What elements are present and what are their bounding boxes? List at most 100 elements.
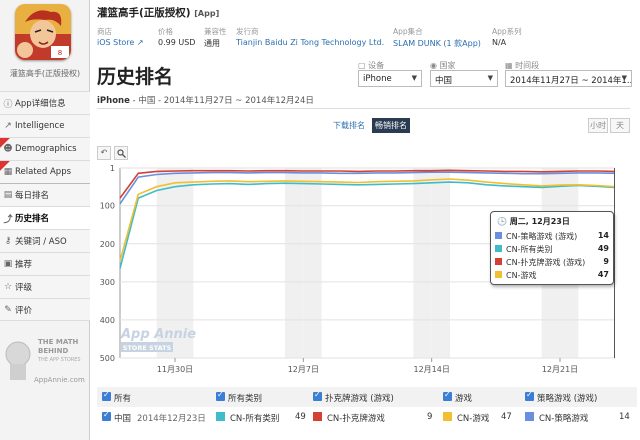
meta-label-series: App系列 <box>492 27 522 36</box>
legend-series-value: 47 <box>501 412 512 422</box>
legend-header-row: 所有 所有类别 扑克牌游戏 (游戏) 游戏 策略游戏 (游戏) <box>97 387 637 407</box>
watermark-sub: STORE STATS <box>123 344 172 352</box>
tab-download-rank[interactable]: 下载排名 <box>330 118 368 133</box>
sidebar-item-keywords-aso[interactable]: ⚷ 关键词 / ASO <box>0 229 90 252</box>
subtitle-range: - 中国 - 2014年11月27日 ~ 2014年12月24日 <box>129 96 314 106</box>
legend-date: 2014年12月23日 <box>137 414 206 424</box>
x-tick-label: 11月30日 <box>157 365 193 374</box>
history-icon: ⤴ <box>3 214 13 225</box>
legend-data-row: 中国 2014年12月23日 CN-所有类别 49 CN-扑克牌游戏 9 CN-游戏… <box>97 407 637 427</box>
zoom-button[interactable] <box>114 146 128 160</box>
promo-line-2: BEHIND <box>38 347 69 355</box>
series-swatch <box>495 245 502 252</box>
promo-line-1: THE MATH <box>38 338 79 346</box>
app-subtitle: 灌篮高手(正版授权) <box>9 69 81 78</box>
app-icon: 8 <box>15 4 71 60</box>
tooltip-row: CN-游戏 47 <box>495 269 611 281</box>
sidebar-item-label: 历史排名 <box>15 214 50 224</box>
country-select[interactable]: 中国 ▼ <box>430 70 498 87</box>
series-swatch <box>443 412 452 421</box>
tooltip-row: CN-所有类别 49 <box>495 243 611 255</box>
y-tick-label: 400 <box>100 316 115 325</box>
legend-header-cat: 游戏 <box>455 394 473 404</box>
sidebar-item-label: 关键词 / ASO <box>15 237 67 247</box>
x-tick-label: 12月7日 <box>288 365 319 374</box>
legend-series-value: 9 <box>427 412 433 422</box>
star-icon: ☆ <box>3 282 13 292</box>
thumb-icon: ▣ <box>3 259 13 269</box>
legend-header-cat: 扑克牌游戏 (游戏) <box>325 394 394 404</box>
sidebar-item-label: 每日排名 <box>15 191 50 201</box>
chevron-down-icon: ▼ <box>621 74 627 82</box>
comment-icon: ✎ <box>4 304 12 315</box>
sidebar-item-related-apps[interactable]: ▦ Related Apps <box>0 160 90 183</box>
checkbox-all-categories[interactable] <box>216 390 225 401</box>
chevron-down-icon: ▼ <box>411 74 417 82</box>
app-name: 灌篮高手(正版授权) <box>97 7 191 19</box>
meta-collection[interactable]: SLAM DUNK (1 款App) <box>393 38 481 49</box>
divider <box>97 108 630 109</box>
legend-table: 所有 所有类别 扑克牌游戏 (游戏) 游戏 策略游戏 (游戏) 中国 2014年… <box>97 385 637 435</box>
tab-grossing-rank[interactable]: 畅销排名 <box>372 118 410 133</box>
checkbox-strategy-games[interactable] <box>525 390 534 401</box>
math-behind-promo[interactable]: THE MATH BEHIND THE APP STORES AppAnnie.… <box>2 330 88 390</box>
device-select[interactable]: iPhone ▼ <box>358 70 422 87</box>
meta-label-compat: 兼容性 <box>204 27 227 36</box>
chart-icon: ↗ <box>4 121 12 131</box>
y-tick-label: 500 <box>100 354 115 363</box>
app-tag: [App] <box>194 9 220 18</box>
meta-store[interactable]: iOS Store ↗ <box>97 38 144 47</box>
info-icon: ⓘ <box>3 99 13 110</box>
hour-button[interactable]: 小时 <box>588 118 608 133</box>
meta-series: N/A <box>492 38 507 47</box>
tooltip-row: CN-扑克牌游戏 (游戏) 9 <box>495 256 611 268</box>
page-subtitle: iPhone - 中国 - 2014年11月27日 ~ 2014年12月24日 <box>97 94 314 106</box>
promo-line-3: THE APP STORES <box>38 357 81 363</box>
sidebar-item-daily-rank[interactable]: ▤ 每日排名 <box>0 183 90 206</box>
svg-text:8: 8 <box>58 49 62 57</box>
meta-compat: 通用 <box>204 39 220 48</box>
sidebar-item-intelligence[interactable]: ↗ Intelligence <box>0 114 90 137</box>
x-tick-label: 12月21日 <box>542 365 578 374</box>
sidebar-item-label: 评价 <box>15 305 33 316</box>
y-tick-label: 1 <box>110 164 115 173</box>
sidebar-item-app-details[interactable]: ⓘ App详细信息 <box>0 91 90 114</box>
sidebar-item-demographics[interactable]: ☻ Demographics <box>0 137 90 160</box>
undo-icon: ↶ <box>100 148 108 157</box>
page-title: 历史排名 <box>97 66 174 88</box>
checkbox-all[interactable] <box>102 390 111 401</box>
sidebar-item-label: App详细信息 <box>15 99 66 109</box>
checkbox-games[interactable] <box>443 390 452 401</box>
sidebar-item-ratings[interactable]: ☆ 评级 <box>0 275 90 298</box>
new-badge <box>0 161 14 175</box>
sidebar-item-history-rank[interactable]: ⤴ 历史排名 <box>0 206 90 229</box>
sidebar-item-label: Intelligence <box>15 121 65 131</box>
legend-series-name: CN-策略游戏 <box>539 414 589 424</box>
sidebar-item-featured[interactable]: ▣ 推荐 <box>0 252 90 275</box>
legend-series-name: CN-扑克牌游戏 <box>327 414 385 424</box>
period-value: 2014年11月27日 ~ 2014年1... <box>510 76 632 86</box>
series-swatch <box>495 271 502 278</box>
checkbox-card-games[interactable] <box>313 390 322 401</box>
meta-price: 0.99 USD <box>158 38 196 47</box>
sidebar-item-reviews[interactable]: ✎ 评价 <box>0 298 90 321</box>
series-swatch <box>216 412 225 421</box>
new-badge <box>0 138 14 152</box>
tooltip-date: 🕒 周二, 12月23日 <box>497 217 570 226</box>
meta-publisher[interactable]: Tianjin Baidu Zi Tong Technology Ltd. <box>236 38 386 47</box>
sidebar-item-label: Related Apps <box>15 167 72 177</box>
day-button[interactable]: 天 <box>610 118 630 133</box>
sidebar-item-label: 推荐 <box>15 260 33 270</box>
period-select[interactable]: 2014年11月27日 ~ 2014年1... ▼ <box>505 70 632 87</box>
checkbox-china[interactable] <box>102 410 111 421</box>
legend-header-all: 所有 <box>114 394 132 404</box>
reset-zoom-button[interactable]: ↶ <box>97 146 111 160</box>
y-tick-label: 200 <box>100 240 115 249</box>
subtitle-device: iPhone <box>97 96 130 106</box>
chevron-down-icon: ▼ <box>487 74 493 82</box>
legend-series-name: CN-游戏 <box>457 414 490 424</box>
series-swatch <box>495 232 502 239</box>
chart-tooltip: 🕒 周二, 12月23日 CN-策略游戏 (游戏) 14 CN-所有类别 49 CN… <box>490 211 614 285</box>
country-value: 中国 <box>435 76 453 86</box>
weekend-band <box>303 168 322 358</box>
